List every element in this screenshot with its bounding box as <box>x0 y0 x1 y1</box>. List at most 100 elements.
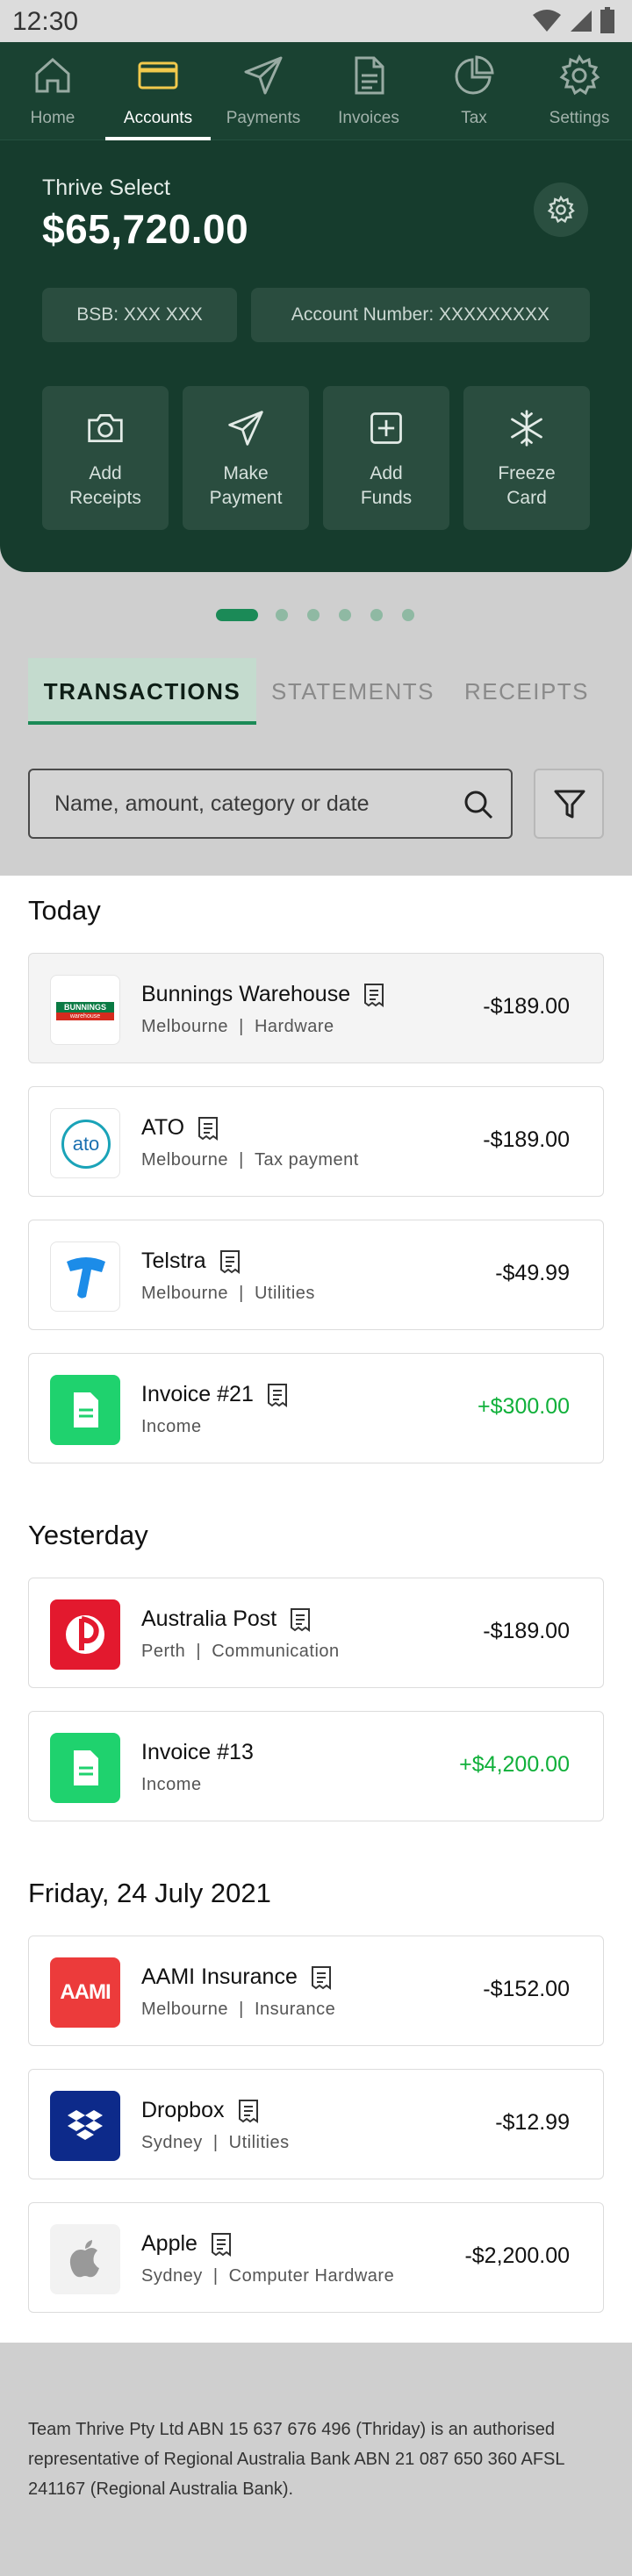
gear-icon <box>559 54 600 96</box>
send-icon <box>228 411 263 446</box>
add-receipts-button[interactable]: Add Receipts <box>42 386 169 530</box>
section-title: Today <box>28 895 101 926</box>
transaction-amount: -$2,200.00 <box>464 2243 570 2268</box>
category: Tax payment <box>254 1150 359 1170</box>
snowflake-icon <box>511 410 542 447</box>
action-label: Freeze Card <box>498 463 556 508</box>
plus-square-icon <box>370 412 402 444</box>
carousel-dot[interactable] <box>276 609 288 621</box>
transaction-meta: Melbourne | Tax payment <box>141 1150 359 1170</box>
dropbox-logo <box>50 2091 120 2161</box>
australia-post-icon <box>66 1615 104 1654</box>
account-name: Thrive Select <box>42 175 170 200</box>
send-icon <box>244 56 283 95</box>
category: Hardware <box>254 1017 334 1036</box>
transaction-row[interactable]: Dropbox Sydney | Utilities -$12.99 <box>28 2069 604 2179</box>
dropbox-icon <box>68 2110 103 2140</box>
invoice-logo <box>50 1375 120 1445</box>
bunnings-logo-text: BUNNINGS <box>56 1002 114 1013</box>
freeze-card-button[interactable]: Freeze Card <box>463 386 590 530</box>
transaction-meta: Melbourne | Utilities <box>141 1284 315 1303</box>
transaction-name: Telstra <box>141 1249 241 1274</box>
nav-settings[interactable]: Settings <box>527 42 632 140</box>
account-balance: $65,720.00 <box>42 206 249 252</box>
transaction-amount: -$189.00 <box>483 994 570 1019</box>
add-funds-button[interactable]: Add Funds <box>323 386 449 530</box>
ato-logo: ato <box>50 1108 120 1178</box>
transaction-row[interactable]: Telstra Melbourne | Utilities -$49.99 <box>28 1220 604 1330</box>
tab-statements[interactable]: STATEMENTS <box>265 658 441 725</box>
category: Communication <box>212 1642 340 1661</box>
transaction-meta: Sydney | Computer Hardware <box>141 2266 395 2286</box>
location: Perth <box>141 1642 186 1661</box>
aami-logo: AAMI <box>50 1957 120 2028</box>
merchant-name: Invoice #21 <box>141 1382 254 1406</box>
action-label: Add Receipts <box>69 463 141 508</box>
transaction-name: Bunnings Warehouse <box>141 982 385 1007</box>
transaction-amount: -$49.99 <box>495 1261 570 1285</box>
apple-logo <box>50 2224 120 2294</box>
document-icon <box>74 1392 98 1428</box>
carousel-dot[interactable] <box>307 609 320 621</box>
document-icon <box>355 56 384 95</box>
location: Sydney <box>141 2266 203 2286</box>
carousel-dot[interactable] <box>339 609 351 621</box>
nav-home[interactable]: Home <box>0 42 105 140</box>
transaction-meta: Melbourne | Insurance <box>141 2000 336 2019</box>
transaction-meta: Income <box>141 1417 202 1437</box>
transaction-meta: Sydney | Utilities <box>141 2133 290 2152</box>
category: Income <box>141 1775 202 1794</box>
receipt-icon <box>267 1383 287 1407</box>
nav-payments[interactable]: Payments <box>211 42 316 140</box>
footer-disclaimer: Team Thrive Pty Ltd ABN 15 637 676 496 (… <box>28 2420 564 2499</box>
action-label: Add Funds <box>360 463 413 508</box>
carousel-dot-active[interactable] <box>216 609 258 621</box>
nav-invoices[interactable]: Invoices <box>316 42 421 140</box>
carousel-dot[interactable] <box>402 609 414 621</box>
category: Income <box>141 1417 202 1436</box>
telstra-t-icon <box>67 1257 105 1299</box>
transaction-row[interactable]: Apple Sydney | Computer Hardware -$2,200… <box>28 2202 604 2313</box>
transaction-name: Invoice #21 <box>141 1382 289 1407</box>
tab-transactions[interactable]: TRANSACTIONS <box>28 658 256 725</box>
wifi-icon <box>533 10 561 32</box>
receipt-icon <box>291 1607 311 1632</box>
transaction-name: Australia Post <box>141 1606 312 1632</box>
transaction-row[interactable]: ato ATO Melbourne | Tax payment -$189.00 <box>28 1086 604 1197</box>
transaction-amount: +$300.00 <box>478 1394 570 1419</box>
invoice-logo <box>50 1733 120 1803</box>
location: Sydney <box>141 2133 203 2152</box>
nav-accounts[interactable]: Accounts <box>105 42 211 140</box>
nav-tax[interactable]: Tax <box>421 42 527 140</box>
receipt-icon <box>219 1249 240 1274</box>
transaction-list: Today BUNNINGS warehouse Bunnings Wareho… <box>0 876 632 2343</box>
tab-receipts[interactable]: RECEIPTS <box>456 658 597 725</box>
battery-icon <box>600 7 614 33</box>
make-payment-button[interactable]: Make Payment <box>183 386 309 530</box>
transaction-row[interactable]: AAMI AAMI Insurance Melbourne | Insuranc… <box>28 1936 604 2046</box>
card-icon <box>138 61 178 89</box>
carousel-dot[interactable] <box>370 609 383 621</box>
transaction-row[interactable]: Invoice #21 Income +$300.00 <box>28 1353 604 1463</box>
category: Utilities <box>228 2133 290 2152</box>
location: Melbourne <box>141 1150 229 1170</box>
merchant-name: Apple <box>141 2231 198 2256</box>
active-tab-indicator <box>105 137 211 140</box>
filter-button[interactable] <box>534 769 604 839</box>
action-label: Make Payment <box>209 463 283 508</box>
transaction-row[interactable]: Australia Post Perth | Communication -$1… <box>28 1578 604 1688</box>
status-time: 12:30 <box>12 7 79 36</box>
search-input[interactable]: Name, amount, category or date <box>28 769 513 839</box>
receipt-icon <box>364 983 384 1007</box>
merchant-name: Australia Post <box>141 1606 277 1631</box>
receipt-icon <box>211 2232 231 2257</box>
transaction-row[interactable]: Invoice #13 Income +$4,200.00 <box>28 1711 604 1821</box>
receipt-icon <box>311 1965 331 1990</box>
account-settings-button[interactable] <box>534 182 588 237</box>
transaction-amount: -$12.99 <box>495 2110 570 2135</box>
search-icon <box>464 791 493 819</box>
nav-label: Tax <box>461 109 487 127</box>
australia-post-logo <box>50 1599 120 1670</box>
transaction-row[interactable]: BUNNINGS warehouse Bunnings Warehouse Me… <box>28 953 604 1063</box>
nav-label: Settings <box>549 109 610 127</box>
